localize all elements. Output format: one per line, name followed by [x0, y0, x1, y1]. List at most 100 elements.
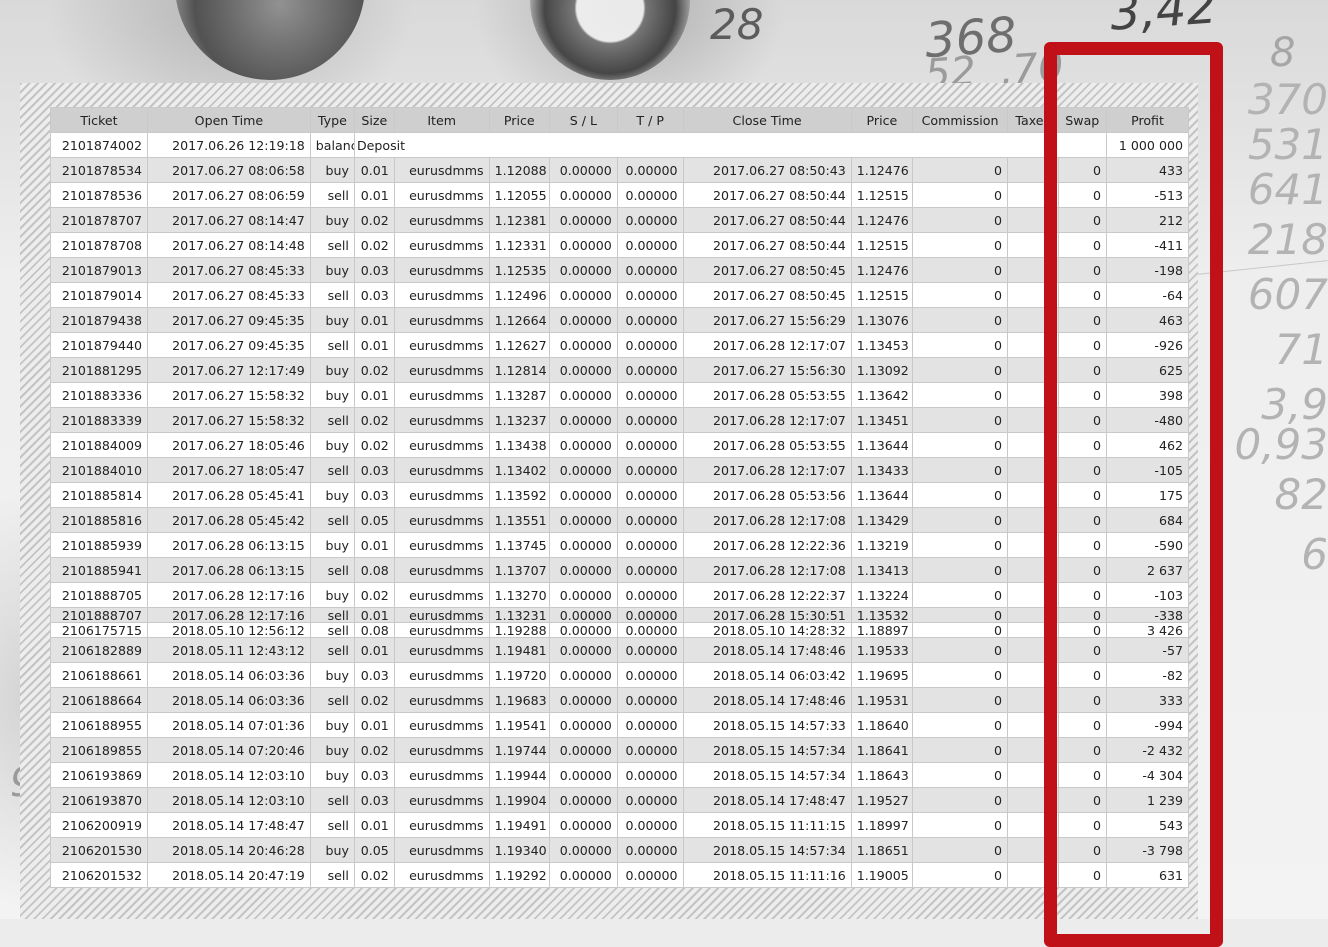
table-row: 2101878536 2017.06.27 08:06:59 sell 0.01 eur…	[51, 183, 1188, 207]
cell-item: eurusdmms	[394, 458, 489, 482]
cell-size: 0.02	[354, 358, 394, 382]
cell-take-profit: 0.00000	[617, 408, 683, 432]
cell-stop-loss: 0.00000	[549, 533, 617, 557]
cell-close-price: 1.13453	[851, 333, 913, 357]
cell-close-time: 2018.05.14 17:48:47	[683, 788, 851, 812]
cell-open-price: 1.19720	[489, 663, 549, 687]
cell-open-time: 2018.05.14 12:03:10	[148, 788, 310, 812]
cell-taxes: 0	[1007, 358, 1058, 382]
cell-size: 0.03	[354, 458, 394, 482]
cell-close-price: 1.13092	[851, 358, 913, 382]
cell-swap: 0	[1058, 158, 1107, 182]
cell-ticket: 2106188955	[51, 713, 147, 737]
cell-commission: 0	[913, 813, 1007, 837]
cell-taxes: 0	[1007, 208, 1058, 232]
cell-take-profit: 0.00000	[617, 258, 683, 282]
cell-open-price: 1.12664	[489, 308, 549, 332]
cell-close-time: 2017.06.28 12:17:07	[683, 333, 851, 357]
cell-close-time: 2018.05.15 14:57:34	[683, 838, 851, 862]
column-header-profit: Profit	[1107, 108, 1188, 132]
cell-item: eurusdmms	[394, 688, 489, 712]
cell-taxes: 0	[1007, 763, 1058, 787]
cell-stop-loss: 0.00000	[549, 583, 617, 607]
cell-size: 0.08	[354, 623, 394, 637]
cell-open-price: 1.19683	[489, 688, 549, 712]
cell-profit: 212	[1107, 208, 1188, 232]
cell-close-time: 2017.06.27 08:50:44	[683, 208, 851, 232]
cell-stop-loss: 0.00000	[549, 233, 617, 257]
cell-stop-loss: 0.00000	[549, 608, 617, 622]
cell-take-profit: 0.00000	[617, 688, 683, 712]
cell-open-time: 2017.06.28 06:13:15	[148, 558, 310, 582]
cell-swap: 0	[1058, 283, 1107, 307]
cell-stop-loss: 0.00000	[549, 308, 617, 332]
background-number: 607	[1247, 270, 1328, 319]
cell-take-profit: 0.00000	[617, 383, 683, 407]
cell-swap: 0	[1058, 458, 1107, 482]
cell-stop-loss: 0.00000	[549, 433, 617, 457]
cell-stop-loss: 0.00000	[549, 333, 617, 357]
cell-close-time: 2017.06.28 15:30:51	[683, 608, 851, 622]
cell-ticket: 2106188664	[51, 688, 147, 712]
cell-open-price: 1.13402	[489, 458, 549, 482]
cell-open-price: 1.19288	[489, 623, 549, 637]
cell-commission: 0	[913, 258, 1007, 282]
cell-close-time: 2018.05.15 11:11:15	[683, 813, 851, 837]
cell-profit: -590	[1107, 533, 1188, 557]
cell-close-price: 1.18897	[851, 623, 913, 637]
cell-item: eurusdmms	[394, 308, 489, 332]
cell-type: buy	[310, 713, 354, 737]
cell-profit: 333	[1107, 688, 1188, 712]
cell-swap: 0	[1058, 623, 1107, 637]
cell-size: 0.05	[354, 508, 394, 532]
table-row: 2101885816 2017.06.28 05:45:42 sell 0.05 eur…	[51, 508, 1188, 532]
cell-close-time: 2018.05.14 06:03:42	[683, 663, 851, 687]
cell-close-time: 2018.05.15 14:57:34	[683, 763, 851, 787]
cell-type: buy	[310, 208, 354, 232]
table-row: 2101879440 2017.06.27 09:45:35 sell 0.01 eur…	[51, 333, 1188, 357]
column-header-swap: Swap	[1058, 108, 1107, 132]
cell-close-price: 1.13532	[851, 608, 913, 622]
cell-close-time: 2018.05.15 14:57:34	[683, 738, 851, 762]
cell-open-time: 2017.06.27 08:45:33	[148, 258, 310, 282]
cell-open-time: 2017.06.27 08:06:58	[148, 158, 310, 182]
cell-item: eurusdmms	[394, 838, 489, 862]
cell-type: sell	[310, 333, 354, 357]
cell-take-profit: 0.00000	[617, 813, 683, 837]
cell-type: sell	[310, 283, 354, 307]
cell-taxes: 0	[1007, 838, 1058, 862]
cell-open-price: 1.13592	[489, 483, 549, 507]
cell-taxes: 0	[1007, 663, 1058, 687]
cell-profit: 625	[1107, 358, 1188, 382]
cell-item: eurusdmms	[394, 788, 489, 812]
cell-take-profit: 0.00000	[617, 788, 683, 812]
cell-open-price: 1.19744	[489, 738, 549, 762]
cell-taxes: 0	[1007, 333, 1058, 357]
cell-profit: 631	[1107, 863, 1188, 887]
cell-ticket: 2101878707	[51, 208, 147, 232]
cell-stop-loss: 0.00000	[549, 638, 617, 662]
cell-stop-loss: 0.00000	[549, 558, 617, 582]
cell-profit: -103	[1107, 583, 1188, 607]
cell-close-price: 1.18640	[851, 713, 913, 737]
background-number: 6	[1301, 530, 1328, 579]
cell-close-time: 2017.06.27 08:50:45	[683, 283, 851, 307]
cell-ticket: 2101878534	[51, 158, 147, 182]
table-row: 2101879438 2017.06.27 09:45:35 buy 0.01 euru…	[51, 308, 1188, 332]
cell-open-price: 1.19491	[489, 813, 549, 837]
cell-open-time: 2017.06.27 15:58:32	[148, 383, 310, 407]
cell-type: sell	[310, 233, 354, 257]
table-row: 2101879014 2017.06.27 08:45:33 sell 0.03 eur…	[51, 283, 1188, 307]
cell-swap: 0	[1058, 333, 1107, 357]
cell-ticket: 2106193869	[51, 763, 147, 787]
cell-commission: 0	[913, 763, 1007, 787]
cell-size: 0.03	[354, 258, 394, 282]
cell-type: sell	[310, 608, 354, 622]
table-row: 2106182889 2018.05.11 12:43:12 sell 0.01 eur…	[51, 638, 1188, 662]
cell-stop-loss: 0.00000	[549, 258, 617, 282]
column-header-item: Item	[394, 108, 489, 132]
table-body: 2101874002 2017.06.26 12:19:18 balance D…	[51, 133, 1188, 887]
cell-take-profit: 0.00000	[617, 713, 683, 737]
cell-profit: 3 426	[1107, 623, 1188, 637]
cell-close-price: 1.18643	[851, 763, 913, 787]
